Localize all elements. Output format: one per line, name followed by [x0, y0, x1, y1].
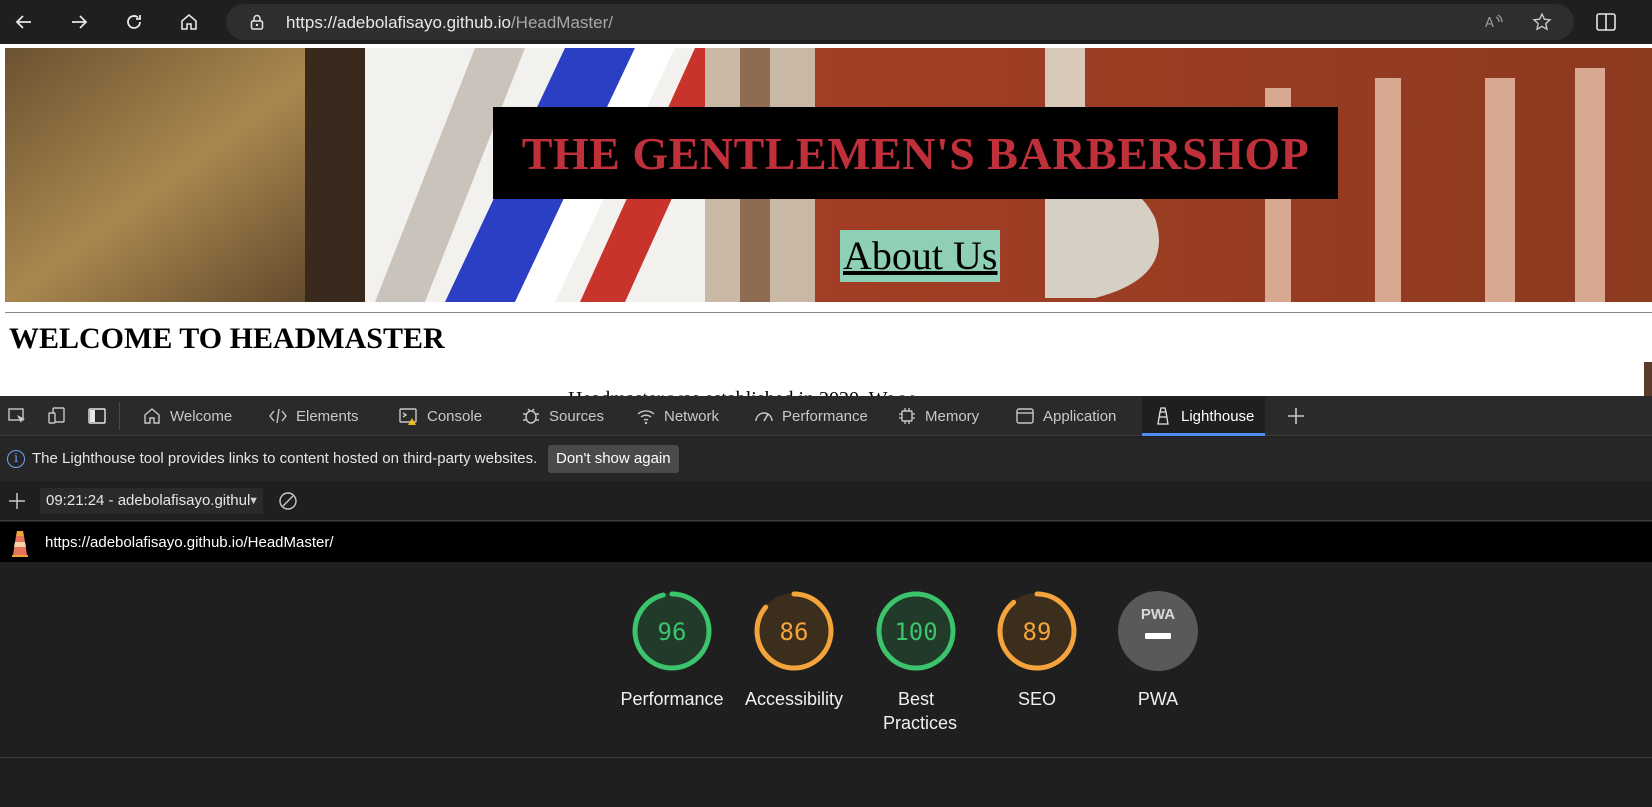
tab-memory[interactable]: Memory	[894, 396, 982, 436]
gauge-label: Best Practices	[883, 689, 958, 733]
pwa-badge-text: PWA	[1141, 606, 1175, 623]
tab-performance[interactable]: Performance	[751, 396, 871, 436]
score-gauge-best-practices[interactable]: 100 Best Practices	[861, 589, 971, 735]
devtools-panel: Welcome Elements Console Sources Network…	[0, 396, 1652, 807]
device-emulation-icon[interactable]	[47, 406, 67, 426]
hero-title: THE GENTLEMEN'S BARBERSHOP	[521, 127, 1310, 179]
gauge-ring: 100	[876, 591, 956, 671]
pwa-dash	[1145, 633, 1171, 639]
home-icon	[144, 408, 160, 424]
gauge-value: 100	[894, 618, 937, 646]
tab-sources[interactable]: Sources	[518, 396, 607, 436]
intro-paragraph: Headmaster was established in 2020. We w…	[568, 388, 928, 396]
report-select[interactable]: 09:21:24 - adebolafisayo.githul ▼	[40, 488, 263, 514]
lock-icon[interactable]	[248, 13, 266, 31]
score-gauges: 96 Performance 86 Accessibility 100 Best…	[0, 562, 1652, 758]
lighthouse-icon	[1157, 407, 1169, 425]
new-report-plus-icon[interactable]	[7, 491, 27, 511]
chevron-down-icon: ▼	[248, 495, 259, 507]
tab-console[interactable]: Console	[396, 396, 485, 436]
wifi-icon	[637, 410, 655, 425]
tab-label: Welcome	[170, 407, 233, 425]
report-url-bar: https://adebolafisayo.github.io/HeadMast…	[0, 522, 1652, 562]
info-bar: i The Lighthouse tool provides links to …	[0, 437, 1652, 481]
back-arrow-icon[interactable]	[8, 6, 40, 38]
hero-title-box: THE GENTLEMEN'S BARBERSHOP	[493, 107, 1338, 199]
score-gauge-pwa[interactable]: PWA PWA	[1103, 589, 1213, 711]
tab-label: Application	[1043, 407, 1117, 425]
read-aloud-icon[interactable]: A	[1484, 12, 1504, 32]
gauge-value: 89	[1023, 618, 1052, 646]
tab-network[interactable]: Network	[633, 396, 722, 436]
gauge-value: 96	[658, 618, 687, 646]
favorite-star-icon[interactable]	[1532, 12, 1552, 32]
tab-elements[interactable]: Elements	[265, 396, 362, 436]
tab-label: Performance	[782, 407, 868, 425]
clear-all-icon[interactable]	[278, 491, 298, 511]
score-gauge-performance[interactable]: 96 Performance	[617, 589, 727, 711]
tab-label: Console	[427, 407, 483, 425]
lighthouse-logo-icon	[12, 531, 28, 557]
gauge-label: Performance	[620, 689, 724, 709]
gauge-value: 86	[780, 618, 809, 646]
report-url[interactable]: https://adebolafisayo.github.io/HeadMast…	[45, 534, 334, 551]
score-gauge-accessibility[interactable]: 86 Accessibility	[739, 589, 849, 711]
home-icon[interactable]	[173, 6, 205, 38]
dont-show-again-button[interactable]: Don't show again	[548, 445, 679, 473]
tab-label: Sources	[549, 407, 605, 425]
window-icon	[1016, 408, 1034, 424]
tab-application[interactable]: Application	[1012, 396, 1119, 436]
address-bar[interactable]: https://adebolafisayo.github.io/HeadMast…	[226, 4, 1574, 40]
gauge-ring: 89	[997, 591, 1077, 671]
code-icon	[269, 408, 287, 424]
info-icon: i	[7, 450, 25, 468]
svg-text:A: A	[1485, 16, 1494, 31]
gauge-ring: 96	[632, 591, 712, 671]
welcome-heading: WELCOME TO HEADMASTER	[9, 322, 445, 355]
bug-icon	[523, 408, 539, 424]
tab-lighthouse[interactable]: Lighthouse	[1142, 396, 1266, 436]
speedometer-icon	[755, 412, 773, 422]
toggle-sidebar-icon[interactable]	[87, 406, 107, 426]
tab-label: Elements	[296, 407, 359, 425]
devtools-tabbar: Welcome Elements Console Sources Network…	[0, 396, 1652, 436]
gauge-label: PWA	[1137, 689, 1179, 709]
tab-label: Memory	[925, 407, 980, 425]
page-viewport: THE GENTLEMEN'S BARBERSHOP About Us WELC…	[0, 44, 1652, 396]
console-icon	[399, 408, 417, 425]
url-host: https://adebolafisayo.github.io	[286, 13, 511, 32]
url-path: /HeadMaster/	[510, 13, 613, 32]
url-text[interactable]: https://adebolafisayo.github.io/HeadMast…	[286, 13, 613, 33]
score-gauge-seo[interactable]: 89 SEO	[982, 589, 1092, 711]
refresh-icon[interactable]	[118, 6, 150, 38]
gauge-ring: 86	[754, 591, 834, 671]
add-tab-icon[interactable]	[1285, 405, 1307, 427]
divider	[5, 312, 1652, 313]
inspect-element-icon[interactable]	[7, 406, 27, 426]
pwa-badge-icon: PWA	[1118, 591, 1198, 671]
page-scrollbar[interactable]	[1644, 362, 1652, 396]
split-screen-icon[interactable]	[1594, 10, 1618, 34]
report-select-value: 09:21:24 - adebolafisayo.githul	[46, 492, 251, 509]
about-us-link[interactable]: About Us	[840, 230, 1001, 282]
browser-toolbar: https://adebolafisayo.github.io/HeadMast…	[0, 0, 1652, 44]
tab-label: Network	[664, 407, 720, 425]
info-message: The Lighthouse tool provides links to co…	[32, 450, 538, 467]
gauge-label: Accessibility	[744, 689, 844, 709]
tab-label: Lighthouse	[1181, 407, 1255, 425]
hero-banner: THE GENTLEMEN'S BARBERSHOP About Us	[5, 48, 1652, 302]
forward-arrow-icon[interactable]	[63, 6, 95, 38]
gauge-label: SEO	[1017, 689, 1056, 709]
tab-welcome[interactable]: Welcome	[139, 396, 235, 436]
chip-icon	[899, 408, 915, 424]
toolbar-separator	[119, 402, 120, 430]
report-toolbar: 09:21:24 - adebolafisayo.githul ▼	[0, 481, 1652, 521]
